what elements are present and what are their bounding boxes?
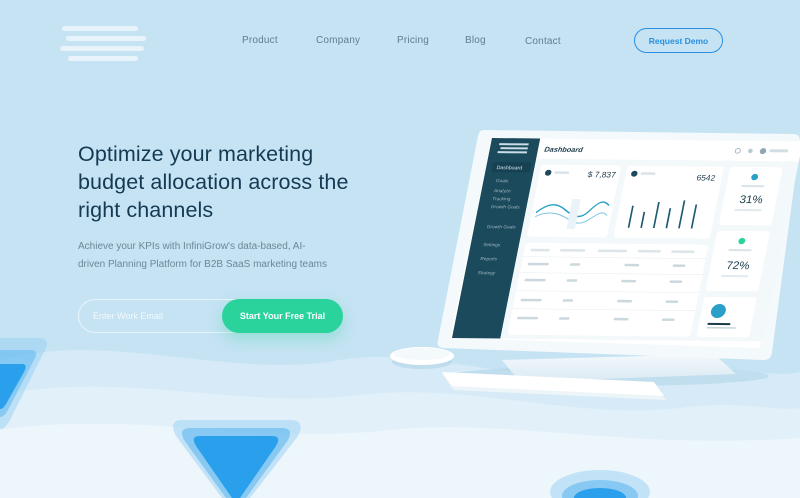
hero-title: Optimize your marketing budget allocatio…	[78, 140, 408, 224]
hero-title-line: budget allocation across the	[78, 170, 349, 194]
logo[interactable]	[56, 14, 150, 94]
logo-stripe	[66, 36, 146, 41]
hero-title-line: Optimize your marketing	[78, 142, 314, 166]
start-free-trial-button[interactable]: Start Your Free Trial	[222, 299, 343, 333]
logo-stripe	[60, 46, 144, 51]
dashboard-device-illustration: Dashboard Goals Analyze Tracking Growth …	[390, 130, 800, 400]
signup-form: Start Your Free Trial	[78, 299, 344, 333]
stat-card-4-value: 72%	[725, 260, 750, 272]
nav-company[interactable]: Company	[316, 35, 360, 46]
sidebar-item-goals: Goals	[496, 178, 510, 183]
hero-title-line: right channels	[78, 198, 214, 222]
nav-pricing[interactable]: Pricing	[397, 35, 429, 46]
request-demo-button[interactable]: Request Demo	[634, 28, 723, 53]
hero-subtitle: Achieve your KPIs with InfiniGrow's data…	[78, 238, 358, 274]
logo-stripe	[62, 26, 138, 31]
sidebar-item-growth-goals-2: Growth Goals	[486, 224, 516, 229]
dashboard-title: Dashboard	[544, 145, 585, 154]
sidebar-item-dashboard-label: Dashboard	[496, 165, 523, 171]
hero-subtitle-line: Achieve your KPIs with InfiniGrow's data…	[78, 241, 306, 252]
stat-card-3-value: 31%	[738, 194, 763, 206]
sidebar-item-settings: Settings	[483, 242, 502, 247]
nav-blog[interactable]: Blog	[465, 35, 486, 46]
stat-card-2-value: 6542	[696, 174, 717, 183]
logo-stripe	[68, 56, 138, 61]
sidebar-item-reports: Reports	[480, 256, 498, 261]
sidebar-item-strategy: Strategy	[477, 270, 496, 275]
nav-contact[interactable]: Contact	[525, 36, 561, 47]
stat-card-1-value: $ 7,837	[587, 170, 617, 179]
hero-subtitle-line: driven Planning Platform for B2B SaaS ma…	[78, 259, 328, 270]
dashboard-logo	[497, 143, 529, 154]
mouse-illustration	[390, 347, 454, 369]
sidebar-item-analyze: Analyze	[494, 188, 512, 193]
nav-product[interactable]: Product	[242, 35, 278, 46]
stat-card-5	[696, 296, 757, 338]
sidebar-item-tracking: Tracking	[492, 196, 511, 201]
sidebar-item-growth-goals: Growth Goals	[490, 204, 520, 209]
